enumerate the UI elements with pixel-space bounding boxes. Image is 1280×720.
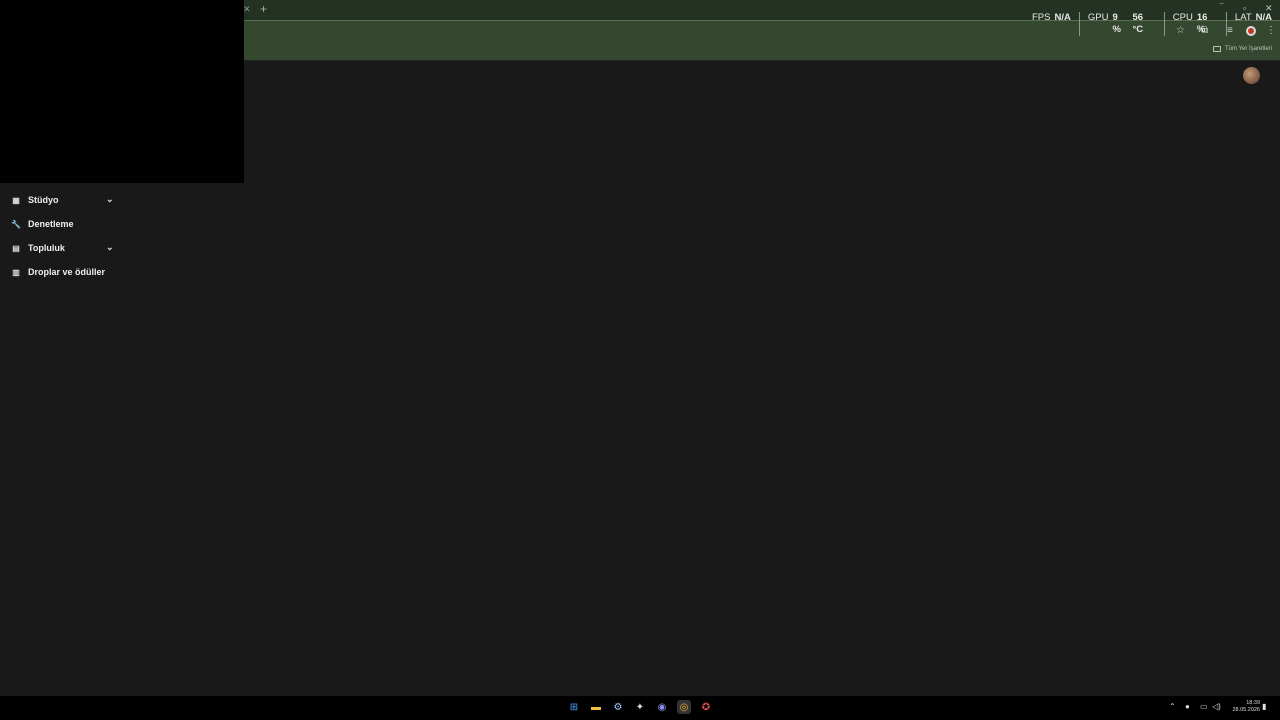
gpu-stat: GPU 9 % 56 °C — [1078, 12, 1164, 36]
network-icon[interactable]: ▭ — [1200, 702, 1208, 711]
sidebar-item-drops[interactable]: ▥ Droplar ve ödüller — [0, 260, 130, 284]
folder-icon — [1212, 46, 1221, 52]
steam-icon[interactable]: ⚙ — [611, 700, 625, 714]
cpu-label: CPU — [1172, 12, 1193, 23]
sidebar-item-label: Denetleme — [28, 219, 74, 229]
fps-value: N/A — [1054, 12, 1071, 23]
clock-time: 18:39 — [1246, 700, 1260, 706]
studio-icon: ▦ — [12, 195, 20, 205]
drops-icon: ▥ — [12, 267, 20, 277]
chevron-down-icon[interactable]: ⌄ — [106, 242, 114, 253]
all-bookmarks-button[interactable]: Tüm Yer İşaretleri — [1212, 46, 1272, 52]
gpu-usage: 9 % — [1112, 12, 1121, 35]
chevron-up-icon[interactable]: ⌃ — [1169, 702, 1176, 711]
cpu-usage: 16 % — [1196, 12, 1208, 35]
lat-value: N/A — [1255, 12, 1272, 23]
community-icon: ▤ — [12, 243, 20, 253]
microphone-icon[interactable]: ● — [1185, 702, 1190, 711]
gpu-temp: 56 °C — [1132, 12, 1144, 35]
gpu-label: GPU — [1087, 12, 1109, 23]
cpu-stat: CPU 16 % — [1163, 12, 1226, 36]
app-icon[interactable]: ✦ — [633, 700, 647, 714]
file-explorer-icon[interactable]: ▬ — [589, 700, 603, 714]
sidebar-item-label: Droplar ve ödüller — [28, 267, 106, 277]
sidebar-item-label: Stüdyo — [28, 195, 59, 205]
fps-label: FPS — [1032, 12, 1051, 23]
user-avatar[interactable] — [1243, 67, 1260, 84]
all-bookmarks-label: Tüm Yer İşaretleri — [1224, 46, 1272, 52]
taskbar-clock[interactable]: 18:39 28.05.2026 — [1232, 700, 1260, 714]
video-panel — [0, 0, 244, 183]
clock-date: 28.05.2026 — [1232, 707, 1260, 713]
sidebar-item-community[interactable]: ▤ Topluluk ⌄ — [0, 236, 130, 260]
chevron-down-icon[interactable]: ⌄ — [106, 194, 114, 205]
chrome-icon[interactable]: ◎ — [677, 700, 691, 714]
lat-label: LAT — [1234, 12, 1252, 23]
discord-icon[interactable]: ◉ — [655, 700, 669, 714]
new-tab-button[interactable]: + — [260, 2, 267, 16]
sidebar-item-moderation[interactable]: 🔧 Denetleme — [0, 212, 130, 236]
sidebar-item-label: Topluluk — [28, 243, 65, 253]
latency-stat: LAT N/A — [1225, 12, 1280, 36]
wrench-icon: 🔧 — [11, 219, 21, 229]
fps-stat: FPS N/A — [1026, 12, 1079, 36]
performance-overlay: FPS N/A GPU 9 % 56 °C CPU 16 % LAT N/A — [1026, 12, 1280, 36]
tab-close-icon[interactable]: ✕ — [243, 4, 251, 14]
notification-icon[interactable]: ▮ — [1262, 702, 1266, 711]
volume-icon[interactable]: ◁) — [1212, 702, 1221, 711]
sidebar-nav: ▦ Stüdyo ⌄ 🔧 Denetleme ▤ Topluluk ⌄ ▥ Dr… — [0, 188, 130, 284]
start-icon[interactable]: ⊞ — [567, 700, 581, 714]
app-icon[interactable]: ✪ — [699, 700, 713, 714]
sidebar-item-studio[interactable]: ▦ Stüdyo ⌄ — [0, 188, 130, 212]
